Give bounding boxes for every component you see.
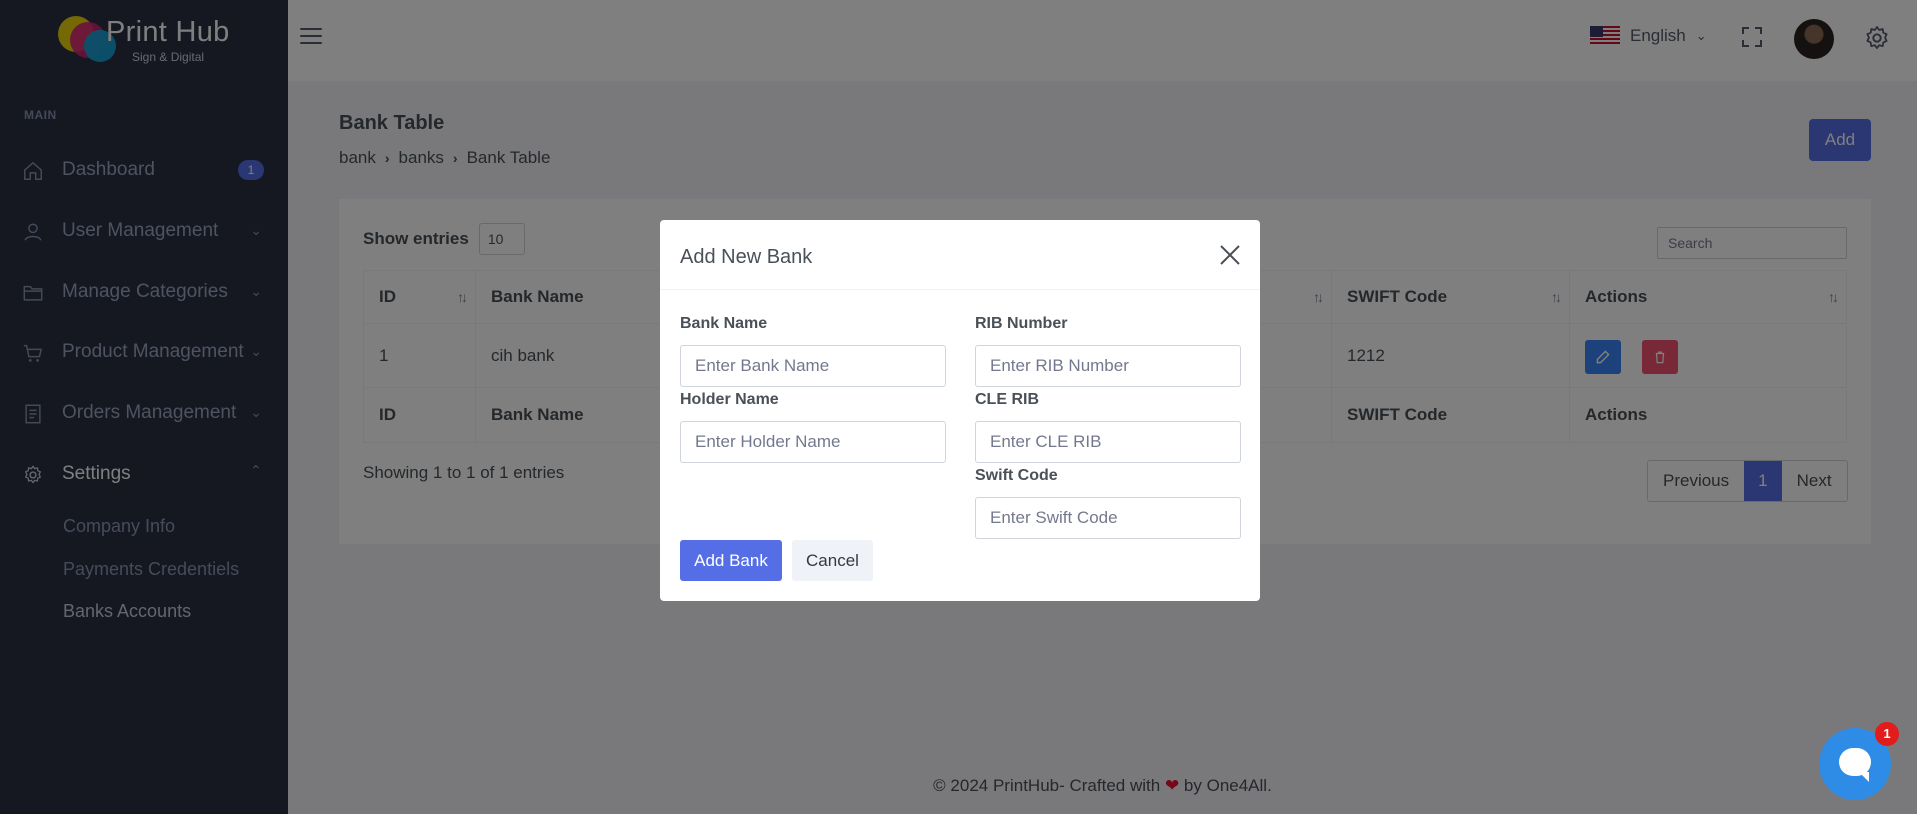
chat-bubble-tail	[1859, 772, 1869, 782]
chat-widget-button[interactable]: 1	[1819, 722, 1899, 800]
swift-code-label: Swift Code	[975, 467, 1058, 484]
holder-name-input[interactable]	[680, 421, 946, 463]
swift-code-input[interactable]	[975, 497, 1241, 539]
holder-name-label: Holder Name	[680, 391, 779, 408]
rib-number-label: RIB Number	[975, 315, 1068, 332]
add-bank-modal: Add New Bank Bank Name RIB Number Holder…	[660, 220, 1260, 601]
modal-title: Add New Bank	[680, 246, 813, 268]
chat-unread-badge: 1	[1875, 722, 1899, 746]
bank-name-label: Bank Name	[680, 315, 768, 332]
cle-rib-input[interactable]	[975, 421, 1241, 463]
rib-number-input[interactable]	[975, 345, 1241, 387]
bank-name-input[interactable]	[680, 345, 946, 387]
cle-rib-label: CLE RIB	[975, 391, 1039, 408]
modal-header: Add New Bank	[660, 220, 1260, 290]
cancel-button[interactable]: Cancel	[792, 540, 873, 581]
close-icon[interactable]	[1219, 244, 1241, 266]
add-bank-button[interactable]: Add Bank	[680, 540, 782, 581]
